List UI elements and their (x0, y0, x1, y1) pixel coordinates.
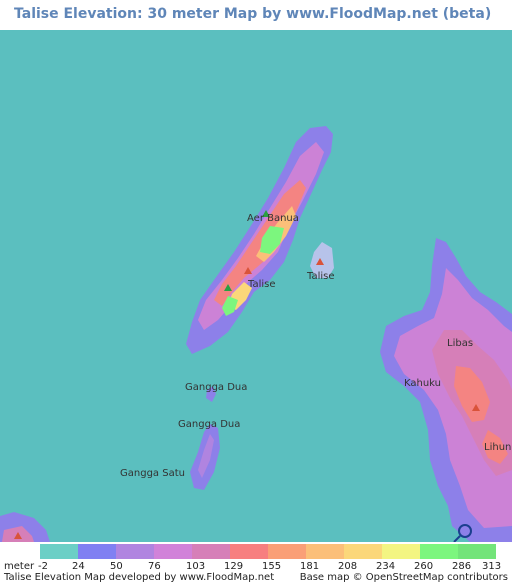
legend-swatch (40, 544, 78, 559)
legend-tick-label: 76 (148, 561, 161, 572)
legend-tick-label: 260 (414, 561, 434, 572)
legend-swatch (306, 544, 344, 559)
elevation-legend: meter -2 24 50 76 103 129 155 181 208 234 260 286 313… (0, 542, 512, 583)
title-bar: Talise Elevation: 30 meter Map by www.Fl… (0, 0, 512, 30)
legend-tick-label: 129 (224, 561, 244, 572)
legend-tick-label: 24 (72, 561, 85, 572)
legend-swatch (192, 544, 230, 559)
legend-tick-label: 208 (338, 561, 358, 572)
place-label-aer-banua: Aer Banua (247, 213, 299, 224)
legend-swatch (116, 544, 154, 559)
legend-tick-label: 155 (262, 561, 282, 572)
legend-tick-label: 313 (482, 561, 502, 572)
place-label-gangga-dua-south: Gangga Dua (178, 419, 240, 430)
legend-tick-label: 181 (300, 561, 320, 572)
place-label-talise: Talise (247, 279, 276, 290)
place-label-gangga-dua-north: Gangga Dua (185, 382, 247, 393)
legend-swatch (382, 544, 420, 559)
legend-swatch (154, 544, 192, 559)
credit-osm: Base map © OpenStreetMap contributors (299, 572, 508, 583)
place-label-kahuku: Kahuku (404, 378, 441, 389)
legend-tick-label: 103 (186, 561, 206, 572)
place-label-lihunu: Lihunu (484, 442, 512, 453)
elevation-map[interactable]: Aer Banua Talise Talise Libas Kahuku Lih… (0, 30, 512, 542)
legend-unit-label: meter (4, 561, 35, 572)
legend-tick-label: 234 (376, 561, 396, 572)
legend-tick-label: 286 (452, 561, 472, 572)
elevation-map-page: Talise Elevation: 30 meter Map by www.Fl… (0, 0, 512, 583)
legend-swatch (78, 544, 116, 559)
legend-swatch (230, 544, 268, 559)
place-label-libas: Libas (447, 338, 473, 349)
legend-swatch (458, 544, 496, 559)
map-title: Talise Elevation: 30 meter Map by www.Fl… (14, 6, 492, 22)
legend-swatch (344, 544, 382, 559)
credit-floodmap: Talise Elevation Map developed by www.Fl… (4, 572, 275, 583)
place-label-talise-islet: Talise (306, 271, 335, 282)
legend-swatch (420, 544, 458, 559)
legend-tick-label: 50 (110, 561, 123, 572)
legend-tick-label: -2 (38, 561, 48, 572)
place-label-gangga-satu: Gangga Satu (120, 468, 185, 479)
legend-swatch (268, 544, 306, 559)
